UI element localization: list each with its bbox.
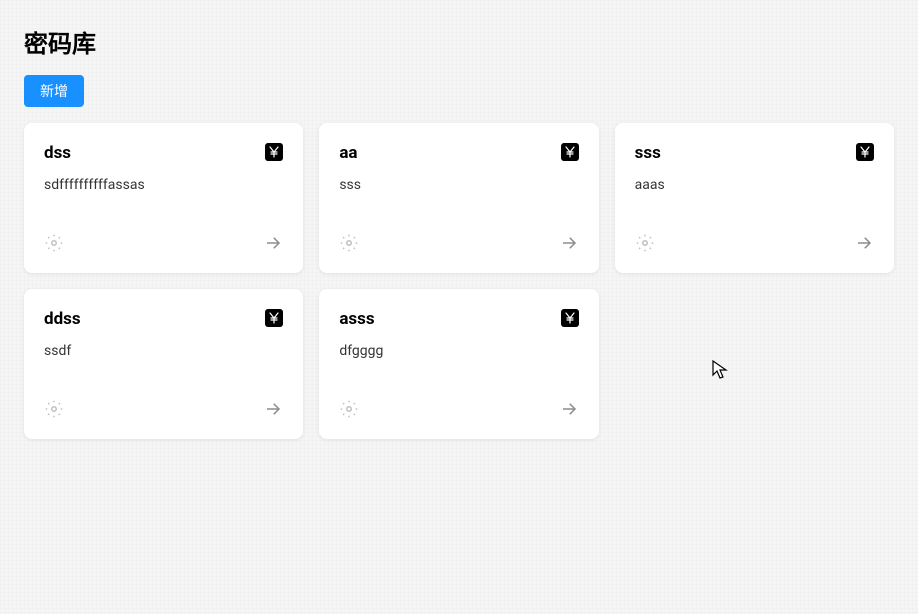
- card-title: asss: [339, 309, 374, 329]
- arrow-right-icon[interactable]: [559, 233, 579, 253]
- card-description: dfgggg: [339, 343, 578, 385]
- card-description: ssdf: [44, 343, 283, 385]
- card-title: dss: [44, 143, 71, 163]
- yen-icon: [856, 143, 874, 161]
- gear-icon[interactable]: [44, 399, 64, 419]
- gear-icon[interactable]: [44, 233, 64, 253]
- arrow-right-icon[interactable]: [559, 399, 579, 419]
- card-description: aaas: [635, 177, 874, 219]
- yen-icon: [265, 143, 283, 161]
- arrow-right-icon[interactable]: [854, 233, 874, 253]
- arrow-right-icon[interactable]: [263, 399, 283, 419]
- gear-icon[interactable]: [635, 233, 655, 253]
- card-grid: dss sdffffffffffassas aa: [24, 123, 894, 439]
- card-title: aa: [339, 143, 357, 163]
- yen-icon: [265, 309, 283, 327]
- gear-icon[interactable]: [339, 233, 359, 253]
- gear-icon[interactable]: [339, 399, 359, 419]
- vault-card: dss sdffffffffffassas: [24, 123, 303, 273]
- yen-icon: [561, 309, 579, 327]
- yen-icon: [561, 143, 579, 161]
- add-button[interactable]: 新增: [24, 75, 84, 107]
- vault-card: asss dfgggg: [319, 289, 598, 439]
- card-description: sdffffffffffassas: [44, 177, 283, 219]
- arrow-right-icon[interactable]: [263, 233, 283, 253]
- card-title: ddss: [44, 309, 81, 329]
- card-title: sss: [635, 143, 661, 163]
- vault-card: aa sss: [319, 123, 598, 273]
- vault-card: sss aaas: [615, 123, 894, 273]
- vault-card: ddss ssdf: [24, 289, 303, 439]
- page-title: 密码库: [24, 24, 894, 59]
- card-description: sss: [339, 177, 578, 219]
